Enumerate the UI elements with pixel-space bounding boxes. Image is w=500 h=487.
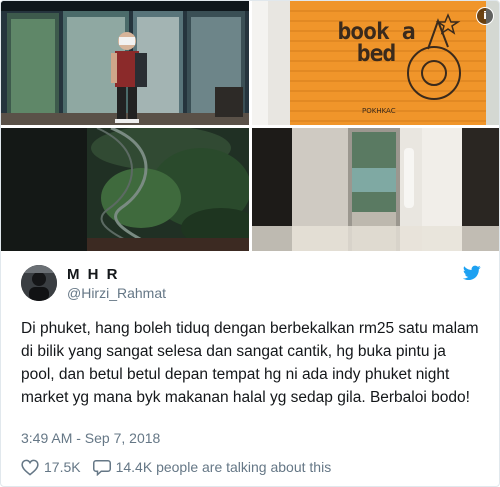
tweet-timestamp[interactable]: 3:49 AM - Sep 7, 2018	[21, 430, 160, 446]
photo-man-at-entrance[interactable]	[1, 1, 249, 125]
tweet-text: Di phuket, hang boleh tiduq dengan berbe…	[21, 320, 479, 406]
photo-spiral-stairs-garden[interactable]	[1, 128, 249, 251]
photo-stairs-image	[1, 128, 249, 251]
sign-lettering: book a bed	[336, 19, 416, 67]
avatar[interactable]	[21, 265, 57, 301]
like-count: 17.5K	[44, 459, 81, 475]
tweet-header: M H R @Hirzi_Rahmat	[21, 263, 481, 303]
display-name[interactable]: M H R	[67, 266, 120, 283]
embedded-tweet-card: book a bed POKHKAC i M H R @Hirzi_Rahmat…	[0, 0, 500, 487]
talking-about-label: 14.4K people are talking about this	[115, 459, 332, 475]
photo-door-to-pool[interactable]	[252, 128, 499, 251]
heart-icon	[21, 459, 39, 476]
sign-text: book a bed	[337, 19, 415, 67]
speech-bubble-icon	[92, 459, 111, 476]
info-icon[interactable]: i	[476, 7, 494, 25]
photo-man-at-entrance-image	[1, 1, 249, 125]
user-handle[interactable]: @Hirzi_Rahmat	[67, 285, 166, 301]
avatar-image	[21, 265, 57, 301]
sign-small-text: POKHKAC	[362, 107, 396, 115]
photo-door-image	[252, 128, 499, 251]
conversation-link[interactable]: 14.4K people are talking about this	[92, 459, 332, 476]
tweet-actions: 17.5K 14.4K people are talking about thi…	[21, 457, 331, 477]
photo-book-a-bed-sign[interactable]: book a bed POKHKAC i	[252, 1, 499, 125]
twitter-bird-icon[interactable]	[463, 265, 481, 281]
like-button[interactable]: 17.5K	[21, 459, 93, 476]
media-grid[interactable]: book a bed POKHKAC i	[1, 1, 499, 251]
